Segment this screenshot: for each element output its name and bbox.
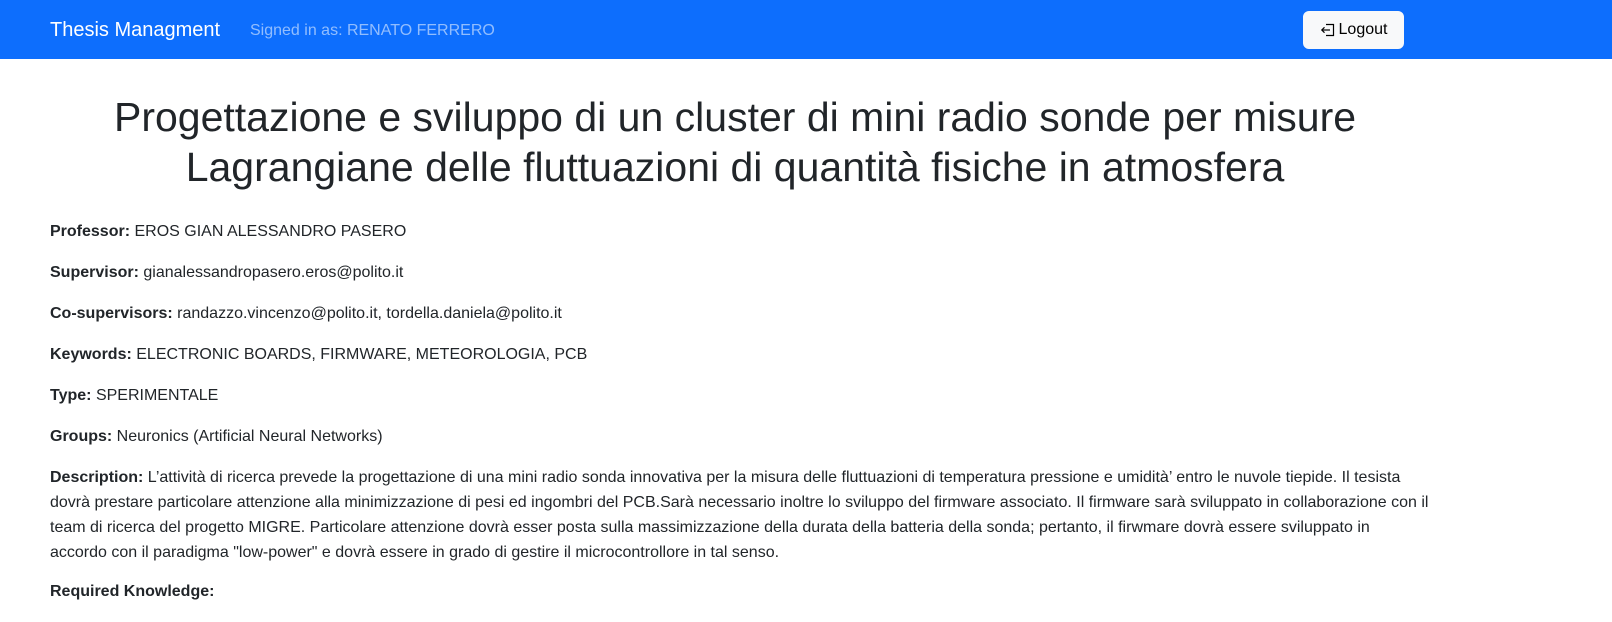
groups-row: Groups: Neuronics (Artificial Neural Net… <box>50 424 1430 449</box>
type-label: Type: <box>50 387 92 404</box>
logout-button[interactable]: Logout <box>1303 11 1404 49</box>
description-value: L’attività di ricerca prevede la progett… <box>50 469 1429 561</box>
supervisor-row: Supervisor: gianalessandropasero.eros@po… <box>50 260 1430 285</box>
description-row: Description: L’attività di ricerca preve… <box>50 465 1430 565</box>
thesis-title: Progettazione e sviluppo di un cluster d… <box>113 94 1357 190</box>
type-row: Type: SPERIMENTALE <box>50 383 1430 408</box>
description-label: Description: <box>50 469 144 486</box>
groups-value: Neuronics (Artificial Neural Networks) <box>116 428 383 445</box>
supervisor-label: Supervisor: <box>50 264 139 281</box>
professor-label: Professor: <box>50 223 131 240</box>
required-knowledge-label: Required Knowledge: <box>50 583 215 600</box>
supervisor-value: gianalessandropasero.eros@polito.it <box>143 264 404 281</box>
required-knowledge-row: Required Knowledge: <box>50 579 1430 604</box>
groups-label: Groups: <box>50 428 113 445</box>
co-supervisors-value: randazzo.vincenzo@polito.it, tordella.da… <box>177 305 562 322</box>
co-supervisors-label: Co-supervisors: <box>50 305 173 322</box>
keywords-value: ELECTRONIC BOARDS, FIRMWARE, METEOROLOGI… <box>136 346 588 363</box>
co-supervisors-row: Co-supervisors: randazzo.vincenzo@polito… <box>50 301 1430 326</box>
keywords-row: Keywords: ELECTRONIC BOARDS, FIRMWARE, M… <box>50 342 1430 367</box>
keywords-label: Keywords: <box>50 346 132 363</box>
signed-in-text: Signed in as: RENATO FERRERO <box>250 22 495 39</box>
professor-row: Professor: EROS GIAN ALESSANDRO PASERO <box>50 219 1430 244</box>
professor-value: EROS GIAN ALESSANDRO PASERO <box>134 223 407 240</box>
top-navbar: Thesis Managment Signed in as: RENATO FE… <box>0 0 1612 59</box>
logout-icon <box>1320 23 1334 37</box>
brand-link[interactable]: Thesis Managment <box>50 17 220 43</box>
type-value: SPERIMENTALE <box>95 387 219 404</box>
logout-label: Logout <box>1338 21 1388 38</box>
